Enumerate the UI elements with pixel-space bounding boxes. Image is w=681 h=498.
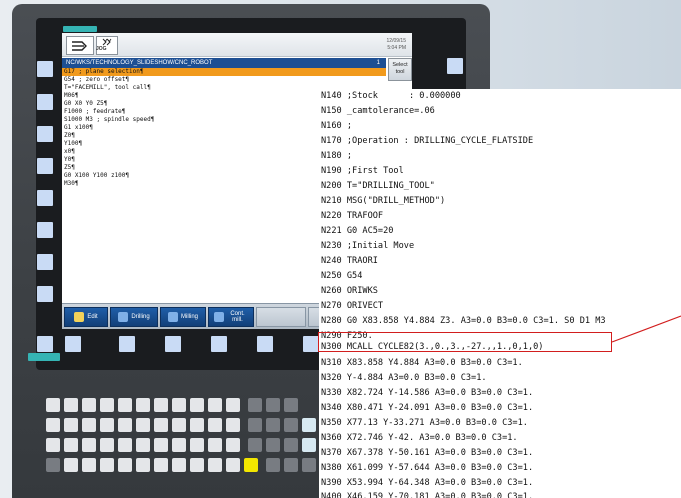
callout-arrow-line bbox=[611, 315, 681, 343]
